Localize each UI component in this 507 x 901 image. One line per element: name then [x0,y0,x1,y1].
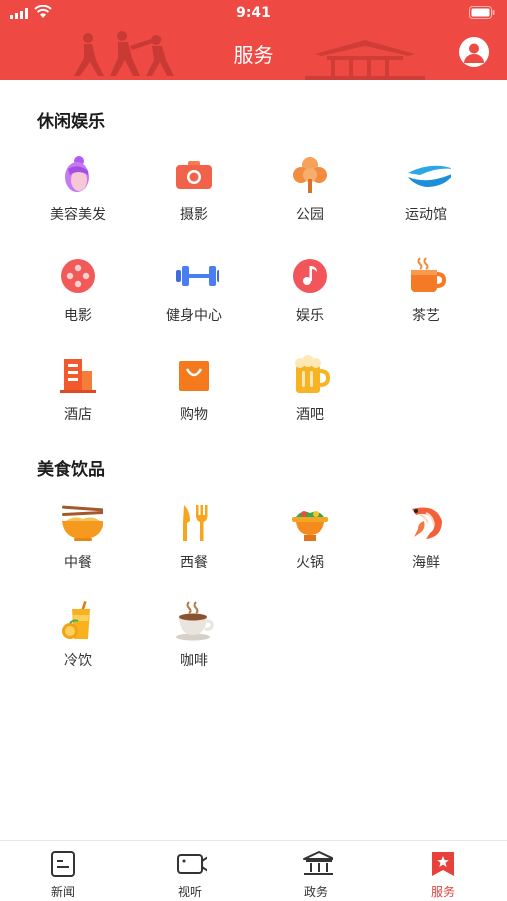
service-row: 电影 健身中心 娱乐 茶艺 [20,256,484,326]
music-note-icon [293,259,327,293]
juice-icon [62,601,90,639]
service-item-hotel[interactable]: 酒店 [20,355,136,425]
status-time: 9:41 [236,5,271,21]
service-item-tea[interactable]: 茶艺 [368,256,484,326]
hotpot-icon [292,511,328,541]
service-item-bar[interactable]: 酒吧 [252,355,368,425]
news-icon [51,851,75,877]
service-item-label: 酒吧 [296,407,324,423]
tea-cup-icon [411,257,446,292]
service-item-hotpot[interactable]: 火锅 [252,503,368,573]
service-item-label: 西餐 [180,555,208,571]
service-item-label: 茶艺 [412,308,440,324]
service-item-stadium[interactable]: 运动馆 [368,155,484,225]
service-row: 冷饮 咖啡 [20,601,484,671]
status-bar: 9:41 [0,0,507,26]
service-item-label: 娱乐 [296,308,324,324]
tab-video[interactable]: 视听 [127,841,253,901]
tree-icon [293,157,327,193]
service-item-label: 火锅 [296,555,324,571]
beauty-icon [65,156,89,192]
service-item-label: 中餐 [64,555,92,571]
app-header: 9:41 服务 [0,0,507,80]
beer-mug-icon [295,355,330,393]
tab-news[interactable]: 新闻 [0,841,126,901]
video-camera-icon [177,854,207,874]
service-item-beauty[interactable]: 美容美发 [20,155,136,225]
service-item-park[interactable]: 公园 [252,155,368,225]
battery-icon [469,6,495,19]
service-item-western-food[interactable]: 西餐 [136,503,252,573]
camera-icon [176,161,212,189]
service-item-entertainment[interactable]: 娱乐 [252,256,368,326]
coffee-icon [176,601,214,641]
service-item-label: 美容美发 [50,207,106,223]
noodle-bowl-icon [62,505,103,541]
tab-label: 新闻 [50,885,75,899]
government-icon [303,851,333,875]
service-item-photography[interactable]: 摄影 [136,155,252,225]
service-item-label: 冷饮 [64,653,92,669]
bottom-tab-bar: 新闻 视听 政务 服务 [0,840,507,901]
dumbbell-icon [176,266,219,286]
user-avatar-icon [464,43,484,63]
service-item-label: 公园 [296,207,324,223]
service-row: 美容美发 摄影 公园 运动馆 [20,155,484,225]
tab-service[interactable]: 服务 [380,841,506,901]
tab-government[interactable]: 政务 [253,841,379,901]
shopping-bag-icon [179,361,209,391]
service-item-label: 摄影 [180,207,208,223]
tab-label: 政务 [303,885,328,899]
service-item-label: 酒店 [64,407,92,423]
service-item-fitness[interactable]: 健身中心 [136,256,252,326]
service-item-label: 运动馆 [405,207,447,223]
service-item-chinese-food[interactable]: 中餐 [20,503,136,573]
service-item-label: 电影 [64,308,92,324]
service-item-label: 海鲜 [412,555,440,571]
service-item-shopping[interactable]: 购物 [136,355,252,425]
section-title-leisure: 休闲娱乐 [37,112,105,132]
service-item-label: 咖啡 [180,653,208,669]
fork-knife-icon [183,505,208,541]
service-item-coffee[interactable]: 咖啡 [136,601,252,671]
service-item-seafood[interactable]: 海鲜 [368,503,484,573]
service-item-cold-drinks[interactable]: 冷饮 [20,601,136,671]
tab-label: 视听 [177,885,202,899]
section-title-food: 美食饮品 [37,460,105,480]
tab-label: 服务 [430,885,455,899]
stadium-icon [408,165,451,187]
service-row: 酒店 购物 酒吧 [20,355,484,425]
shrimp-icon [412,507,442,539]
film-reel-icon [61,259,95,293]
profile-button[interactable] [459,37,489,67]
page-title: 服务 [233,43,274,67]
service-bookmark-icon [432,852,454,876]
service-item-label: 购物 [180,407,208,423]
service-row: 中餐 西餐 火锅 海鲜 [20,503,484,573]
service-item-label: 健身中心 [166,308,222,324]
hotel-icon [60,359,96,393]
service-item-movie[interactable]: 电影 [20,256,136,326]
